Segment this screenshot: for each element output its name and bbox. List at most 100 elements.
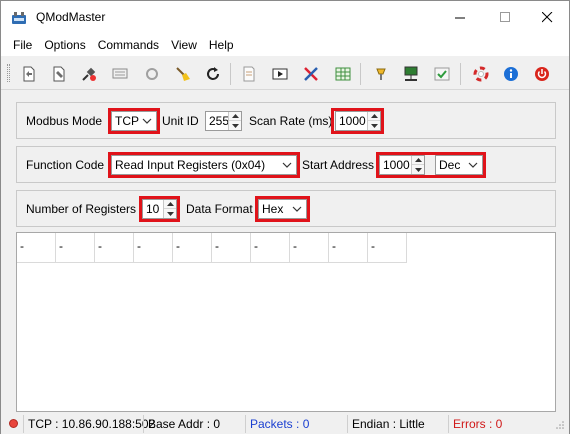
maximize-icon <box>499 12 510 22</box>
play-icon <box>272 68 288 80</box>
function-settings-group: Function Code Read Input Registers (0x04… <box>16 146 556 183</box>
status-endian: Endian : Little <box>347 415 425 433</box>
status-base-addr: Base Addr : 0 <box>143 415 220 433</box>
toolbar <box>1 56 569 90</box>
spin-down-icon[interactable] <box>229 121 241 130</box>
scan-rate-value: 1000 <box>339 114 366 128</box>
app-window: QModMaster File Options Commands View He… <box>0 0 570 434</box>
check-icon <box>434 67 450 81</box>
help-ring-button[interactable] <box>470 63 492 85</box>
register-cell[interactable]: - <box>173 233 212 263</box>
app-logo-icon <box>12 12 26 24</box>
network-button[interactable] <box>400 63 422 85</box>
data-format-label: Data Format <box>186 202 253 216</box>
register-cell[interactable]: - <box>329 233 368 263</box>
address-format-value: Dec <box>439 158 461 172</box>
register-table[interactable]: - - - - - - - - - - <box>16 232 556 412</box>
modbus-mode-select[interactable]: TCP <box>111 111 157 131</box>
lamp-button[interactable] <box>370 63 392 85</box>
clear-icon <box>176 67 190 81</box>
menu-bar: File Options Commands View Help <box>1 34 569 56</box>
refresh-icon <box>207 67 219 80</box>
start-address-value: 1000 <box>383 158 410 172</box>
reset-icon <box>146 68 158 80</box>
maximize-button[interactable] <box>483 1 527 34</box>
reset-button[interactable] <box>141 63 163 85</box>
network-icon <box>404 66 418 81</box>
register-cell[interactable]: - <box>368 233 407 263</box>
status-connection: TCP : 10.86.90.188:502 <box>23 415 155 433</box>
clear-button[interactable] <box>172 63 194 85</box>
spin-down-icon[interactable] <box>412 165 424 174</box>
help-ring-icon <box>473 66 489 82</box>
refresh-button[interactable] <box>202 63 224 85</box>
info-button[interactable] <box>500 63 522 85</box>
disconnect-button[interactable] <box>48 63 70 85</box>
register-cell[interactable]: - <box>251 233 290 263</box>
plug-button[interactable] <box>78 63 100 85</box>
minimize-button[interactable] <box>438 1 482 34</box>
unit-id-value: 255 <box>209 114 230 128</box>
window-title: QModMaster <box>36 10 106 24</box>
menu-view[interactable]: View <box>165 34 203 56</box>
register-cell[interactable]: - <box>56 233 95 263</box>
address-format-select[interactable]: Dec <box>435 155 483 175</box>
register-cell[interactable]: - <box>134 233 173 263</box>
close-icon <box>541 12 552 23</box>
resize-grip-icon[interactable] <box>555 420 565 430</box>
spin-down-icon[interactable] <box>368 121 380 130</box>
function-code-value: Read Input Registers (0x04) <box>115 158 266 172</box>
lamp-icon <box>376 68 386 80</box>
start-address-spinbox[interactable]: 1000 <box>379 155 425 175</box>
spin-up-icon[interactable] <box>229 112 241 121</box>
minimize-icon <box>454 17 465 19</box>
register-cell[interactable]: - <box>212 233 251 263</box>
menu-options[interactable]: Options <box>38 34 91 56</box>
menu-file[interactable]: File <box>7 34 38 56</box>
register-cell[interactable]: - <box>17 233 56 263</box>
spin-up-icon[interactable] <box>164 200 176 209</box>
unit-id-spinbox[interactable]: 255 <box>205 111 242 131</box>
connection-status-icon <box>9 419 18 428</box>
chevron-down-icon <box>292 206 302 212</box>
register-settings-group: Number of Registers 10 Data Format Hex <box>16 190 556 227</box>
bus-monitor-button[interactable] <box>109 63 131 85</box>
num-registers-spinbox[interactable]: 10 <box>142 199 177 219</box>
register-cell[interactable]: - <box>95 233 134 263</box>
data-format-select[interactable]: Hex <box>258 199 307 219</box>
modbus-mode-value: TCP <box>115 114 139 128</box>
spin-up-icon[interactable] <box>368 112 380 121</box>
menu-help[interactable]: Help <box>203 34 240 56</box>
connection-settings-group: Modbus Mode TCP Unit ID 255 Scan Rate (m… <box>16 102 556 139</box>
scan-rate-label: Scan Rate (ms) <box>249 114 333 128</box>
num-registers-value: 10 <box>146 202 160 216</box>
table-icon <box>335 67 351 81</box>
start-address-label: Start Address <box>302 158 375 172</box>
data-format-value: Hex <box>262 202 284 216</box>
table-button[interactable] <box>332 63 354 85</box>
toolbar-separator <box>230 63 231 85</box>
bus-monitor-icon <box>112 68 128 79</box>
connect-button[interactable] <box>18 63 40 85</box>
plug-icon <box>82 67 96 81</box>
function-code-select[interactable]: Read Input Registers (0x04) <box>111 155 297 175</box>
status-bar: TCP : 10.86.90.188:502 Base Addr : 0 Pac… <box>1 414 569 434</box>
status-packets: Packets : 0 <box>245 415 309 433</box>
scan-rate-spinbox[interactable]: 1000 <box>335 111 381 131</box>
check-button[interactable] <box>431 63 453 85</box>
register-cell[interactable]: - <box>290 233 329 263</box>
exit-button[interactable] <box>531 63 553 85</box>
spin-down-icon[interactable] <box>164 209 176 218</box>
toolbar-grip[interactable] <box>7 64 10 82</box>
num-registers-label: Number of Registers <box>26 202 137 216</box>
unit-id-label: Unit ID <box>162 114 199 128</box>
status-errors: Errors : 0 <box>448 415 502 433</box>
menu-commands[interactable]: Commands <box>92 34 165 56</box>
log-button[interactable] <box>238 63 260 85</box>
close-button[interactable] <box>525 1 569 34</box>
exit-icon <box>535 67 549 81</box>
spin-up-icon[interactable] <box>412 156 424 165</box>
tools-button[interactable] <box>300 63 322 85</box>
play-button[interactable] <box>269 63 291 85</box>
disconnect-icon <box>53 66 65 82</box>
